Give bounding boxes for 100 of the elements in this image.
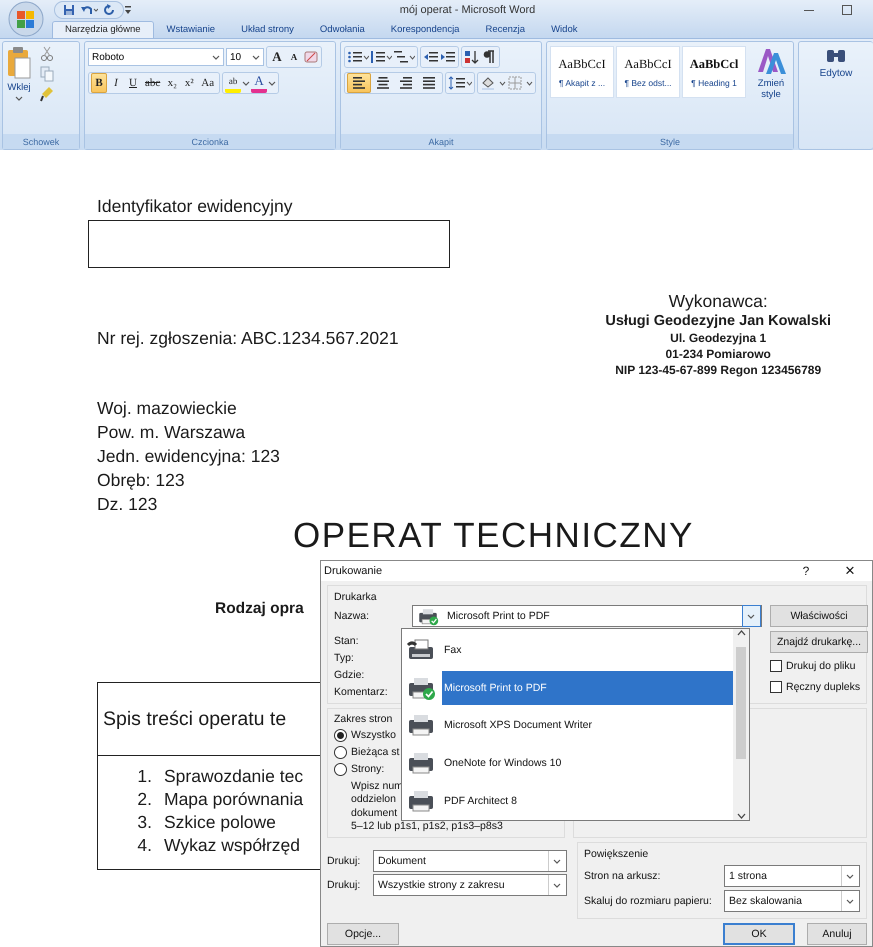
ribbon-tab[interactable]: Odwołania: [306, 21, 378, 38]
scrollbar[interactable]: [733, 629, 749, 820]
printer-option[interactable]: PDF Architect 8: [442, 784, 733, 818]
ribbon-tab[interactable]: Narzędzia główne: [52, 21, 154, 38]
radio-button[interactable]: [334, 762, 347, 776]
document-subtitle: Rodzaj opra: [215, 600, 304, 618]
ribbon-tab[interactable]: Widok: [538, 21, 590, 38]
cancel-button[interactable]: Anuluj: [807, 923, 867, 945]
undo-icon[interactable]: [80, 4, 98, 16]
printer-select[interactable]: Microsoft Print to PDF: [412, 605, 762, 627]
printer-option[interactable]: Fax: [442, 632, 733, 667]
font-name-field[interactable]: Roboto: [88, 48, 224, 66]
ribbon-tab[interactable]: Układ strony: [228, 21, 307, 38]
location-line: Woj. mazowieckie: [97, 397, 237, 420]
checkbox-label: Ręczny dupleks: [786, 680, 860, 692]
style-swatch[interactable]: AaBbCcI ¶ Akapit z ...: [550, 46, 614, 98]
numbering-icon[interactable]: [370, 49, 392, 65]
group-label: Akapit: [428, 136, 454, 146]
multilevel-list-icon[interactable]: [393, 49, 415, 65]
office-button[interactable]: [7, 1, 45, 37]
field-label: Typ:: [334, 650, 355, 666]
editing-label[interactable]: Edytow: [820, 68, 852, 79]
checkbox[interactable]: [770, 660, 782, 672]
ribbon-tab[interactable]: Recenzja: [472, 21, 538, 38]
font-color-button[interactable]: A: [251, 73, 268, 93]
shrink-font-button[interactable]: A: [286, 47, 302, 67]
cut-icon[interactable]: [40, 46, 54, 62]
radio-label: Wszystko: [351, 729, 396, 742]
align-left-icon: [351, 75, 367, 91]
caret-icon: [15, 95, 23, 101]
list-item: Sprawozdanie tec: [164, 765, 304, 788]
chevron-down-icon: [846, 873, 855, 879]
checkbox-label: Drukuj do pliku: [786, 660, 856, 672]
close-button[interactable]: ×: [828, 561, 872, 581]
group-title: Drukarka: [334, 591, 377, 603]
options-button[interactable]: Opcje...: [327, 923, 399, 945]
caret-icon: [268, 80, 276, 86]
hint-text: oddzielon: [351, 793, 396, 807]
strikethrough-button[interactable]: abc: [142, 73, 164, 93]
field-label: Komentarz:: [334, 684, 389, 700]
customize-caret-icon[interactable]: [124, 5, 132, 15]
paste-button[interactable]: Wklej: [6, 46, 32, 134]
clear-format-icon[interactable]: [303, 49, 319, 65]
shading-icon[interactable]: [480, 75, 506, 91]
align-center-icon: [375, 75, 391, 91]
style-swatch[interactable]: AaBbCcl ¶ Heading 1: [682, 46, 746, 98]
printer-option[interactable]: Microsoft Print to PDF: [442, 670, 733, 705]
properties-button[interactable]: Właściwości: [770, 605, 868, 627]
format-painter-icon[interactable]: [40, 86, 54, 102]
underline-button[interactable]: U: [125, 73, 141, 93]
zoom-select[interactable]: Bez skalowania: [724, 890, 860, 912]
pilcrow-icon[interactable]: [481, 49, 497, 65]
ribbon-tab[interactable]: Wstawianie: [154, 21, 228, 38]
hint-text: 5–12 lub p1s1, p1s2, p1s3–p8s3: [351, 820, 503, 834]
redo-icon[interactable]: [103, 4, 115, 16]
list-item: Mapa porównania: [164, 788, 304, 811]
printer-option[interactable]: OneNote for Windows 10: [442, 746, 733, 780]
bullets-icon[interactable]: [347, 49, 369, 65]
location-line: Jedn. ewidencyjna: 123: [97, 445, 280, 468]
align-left-button[interactable]: [347, 73, 371, 93]
maximize-icon[interactable]: [841, 4, 853, 16]
change-styles-button[interactable]: Zmień style: [752, 46, 790, 100]
field-label: Drukuj:: [327, 879, 362, 891]
ok-button[interactable]: OK: [723, 923, 795, 945]
list-number: 2.: [136, 788, 152, 811]
chevron-down-icon: [846, 898, 855, 904]
help-button[interactable]: ?: [784, 564, 828, 578]
radio-button[interactable]: [334, 728, 347, 742]
field-label: Stron na arkusz:: [584, 870, 662, 882]
radio-button[interactable]: [334, 746, 347, 759]
scroll-thumb[interactable]: [736, 647, 746, 759]
field-label: Drukuj:: [327, 855, 362, 867]
bold-button[interactable]: B: [91, 73, 107, 93]
group-label: Schowek: [22, 136, 60, 146]
sort-icon[interactable]: [464, 49, 480, 65]
font-size-field[interactable]: 10: [226, 48, 264, 66]
scroll-up-icon[interactable]: [736, 629, 746, 637]
list-number: 4.: [136, 834, 152, 857]
change-case-button[interactable]: Aa: [198, 73, 218, 93]
checkbox[interactable]: [770, 680, 782, 692]
caret-icon: [252, 54, 260, 60]
field-label: Nazwa:: [334, 609, 370, 624]
style-swatch[interactable]: AaBbCcI ¶ Bez odst...: [616, 46, 680, 98]
contractor-line: Ul. Geodezyjna 1: [670, 330, 766, 346]
print-select[interactable]: Dokument: [373, 850, 567, 872]
location-line: Dz. 123: [97, 493, 158, 516]
print-select[interactable]: Wszystkie strony z zakresu: [373, 874, 567, 896]
grow-font-button[interactable]: A: [269, 47, 285, 67]
caret-icon: [212, 54, 220, 60]
highlight-button[interactable]: ab: [225, 73, 242, 93]
italic-button[interactable]: I: [108, 73, 124, 93]
contractor-line: 01-234 Pomiarowo: [666, 346, 771, 362]
ribbon-tab[interactable]: Korespondencja: [378, 21, 472, 38]
scroll-down-icon[interactable]: [736, 812, 746, 820]
printer-option[interactable]: Microsoft XPS Document Writer: [442, 708, 733, 742]
find-printer-button[interactable]: Znajdź drukarkę...: [770, 631, 868, 653]
superscript-button[interactable]: x²: [181, 73, 198, 93]
field-label: Stan:: [334, 634, 360, 648]
zoom-select[interactable]: 1 strona: [724, 865, 860, 887]
subscript-button[interactable]: x₂: [164, 73, 180, 93]
